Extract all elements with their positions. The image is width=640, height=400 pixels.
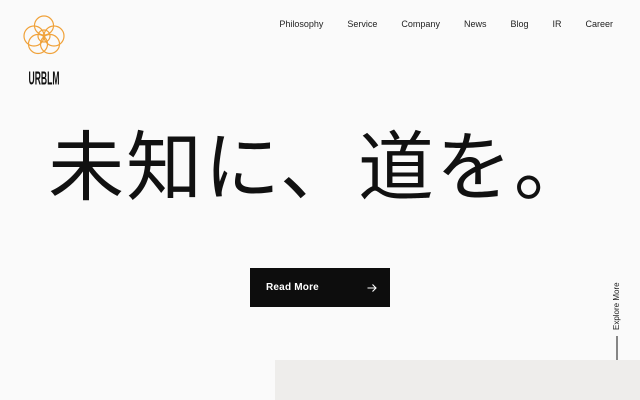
nav-item-ir[interactable]: IR	[552, 18, 561, 30]
nav-item-career[interactable]: Career	[585, 18, 613, 30]
hero-headline: 未知に、道を。	[48, 123, 592, 212]
read-more-button[interactable]: Read More	[250, 268, 390, 307]
bottom-panel	[275, 360, 640, 400]
nav-item-blog[interactable]: Blog	[510, 18, 528, 30]
read-more-label: Read More	[266, 282, 319, 293]
main-nav: Philosophy Service Company News Blog IR …	[279, 18, 613, 30]
nav-item-philosophy[interactable]: Philosophy	[279, 18, 323, 30]
brand-logo[interactable]: URBLM	[20, 14, 68, 90]
arrow-right-icon	[367, 283, 377, 293]
nav-item-company[interactable]: Company	[401, 18, 440, 30]
explore-more-label: Explore More	[612, 282, 621, 330]
interlocking-circles-logo-icon	[23, 15, 65, 55]
nav-item-news[interactable]: News	[464, 18, 487, 30]
brand-wordmark: URBLM	[28, 69, 60, 90]
nav-item-service[interactable]: Service	[347, 18, 377, 30]
